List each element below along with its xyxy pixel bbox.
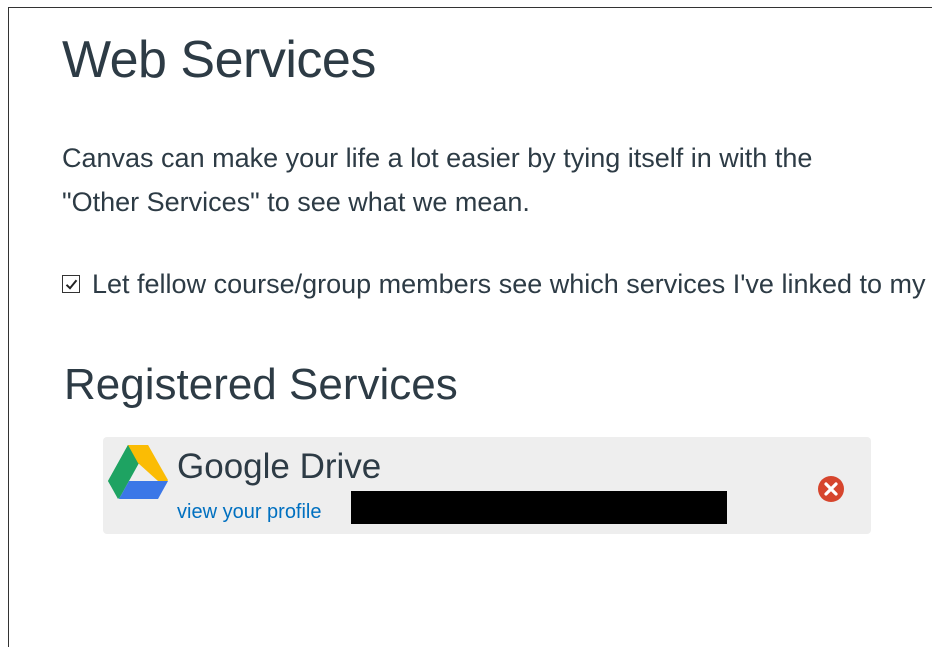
- show-services-label: Let fellow course/group members see whic…: [92, 268, 932, 299]
- intro-line-1: Canvas can make your life a lot easier b…: [62, 143, 813, 173]
- service-name: Google Drive: [177, 447, 382, 486]
- redacted-username: [351, 491, 727, 524]
- view-profile-link[interactable]: view your profile: [177, 501, 322, 524]
- remove-service-button[interactable]: [817, 475, 845, 503]
- show-services-checkbox[interactable]: [62, 275, 80, 293]
- checkmark-icon: [65, 279, 77, 290]
- intro-line-2: "Other Services" to see what we mean.: [62, 187, 530, 217]
- content-frame: [8, 7, 932, 647]
- show-services-setting[interactable]: Let fellow course/group members see whic…: [62, 266, 932, 302]
- registered-services-title: Registered Services: [64, 360, 458, 409]
- intro-text: Canvas can make your life a lot easier b…: [62, 136, 932, 224]
- page-title: Web Services: [62, 31, 376, 89]
- google-drive-icon: [108, 445, 168, 499]
- service-item-google-drive: Google Drive view your profile: [103, 437, 871, 534]
